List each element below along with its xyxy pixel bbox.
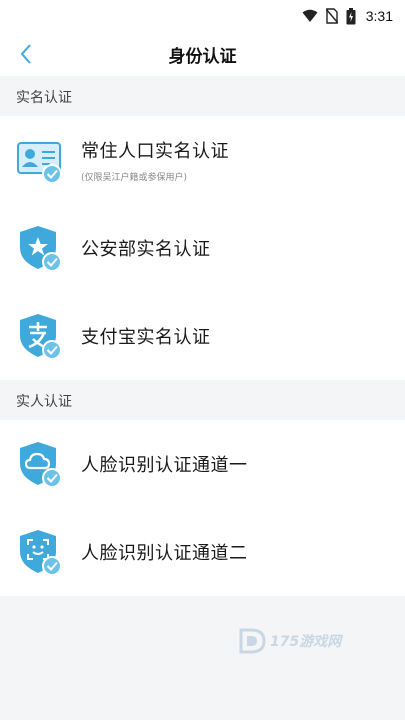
real-person-group: 人脸识别认证通道一 人脸识别认证通道二 <box>0 420 405 596</box>
item-police-auth[interactable]: 公安部实名认证 <box>0 204 405 292</box>
item-resident-auth[interactable]: 常住人口实名认证 (仅限吴江户籍或参保用户) <box>0 116 405 204</box>
wifi-icon <box>302 9 318 22</box>
item-label: 人脸识别认证通道二 <box>81 543 248 564</box>
watermark-text: 175游戏网 <box>270 634 342 650</box>
status-time: 3:31 <box>365 8 393 24</box>
section-header-real-name: 实名认证 <box>0 76 405 116</box>
item-label: 支付宝实名认证 <box>81 327 211 348</box>
item-label: 常住人口实名认证 <box>81 141 229 162</box>
cloud-shield-icon <box>16 439 66 489</box>
chevron-left-icon <box>20 44 31 64</box>
alipay-shield-icon <box>16 311 66 361</box>
page-title: 身份认证 <box>168 46 237 67</box>
nav-bar: 身份认证 <box>0 32 405 76</box>
battery-icon <box>346 7 356 24</box>
item-sublabel: (仅限吴江户籍或参保用户) <box>81 173 188 183</box>
id-card-icon <box>16 135 66 185</box>
watermark: 175游戏网 <box>238 628 341 654</box>
item-label: 人脸识别认证通道一 <box>81 455 248 476</box>
item-alipay-auth[interactable]: 支付宝实名认证 <box>0 292 405 380</box>
no-sim-icon <box>325 8 338 24</box>
section-header-real-person: 实人认证 <box>0 380 405 420</box>
item-face-channel-2[interactable]: 人脸识别认证通道二 <box>0 508 405 596</box>
real-name-group: 常住人口实名认证 (仅限吴江户籍或参保用户) 公安部实名认证 支付宝实名认证 <box>0 116 405 380</box>
item-face-channel-1[interactable]: 人脸识别认证通道一 <box>0 420 405 508</box>
police-shield-star-icon <box>16 223 66 273</box>
status-bar: 3:31 <box>0 0 405 32</box>
face-scan-shield-icon <box>16 527 66 577</box>
item-label: 公安部实名认证 <box>81 239 211 260</box>
watermark-logo-icon <box>239 628 266 654</box>
back-button[interactable] <box>10 38 42 70</box>
